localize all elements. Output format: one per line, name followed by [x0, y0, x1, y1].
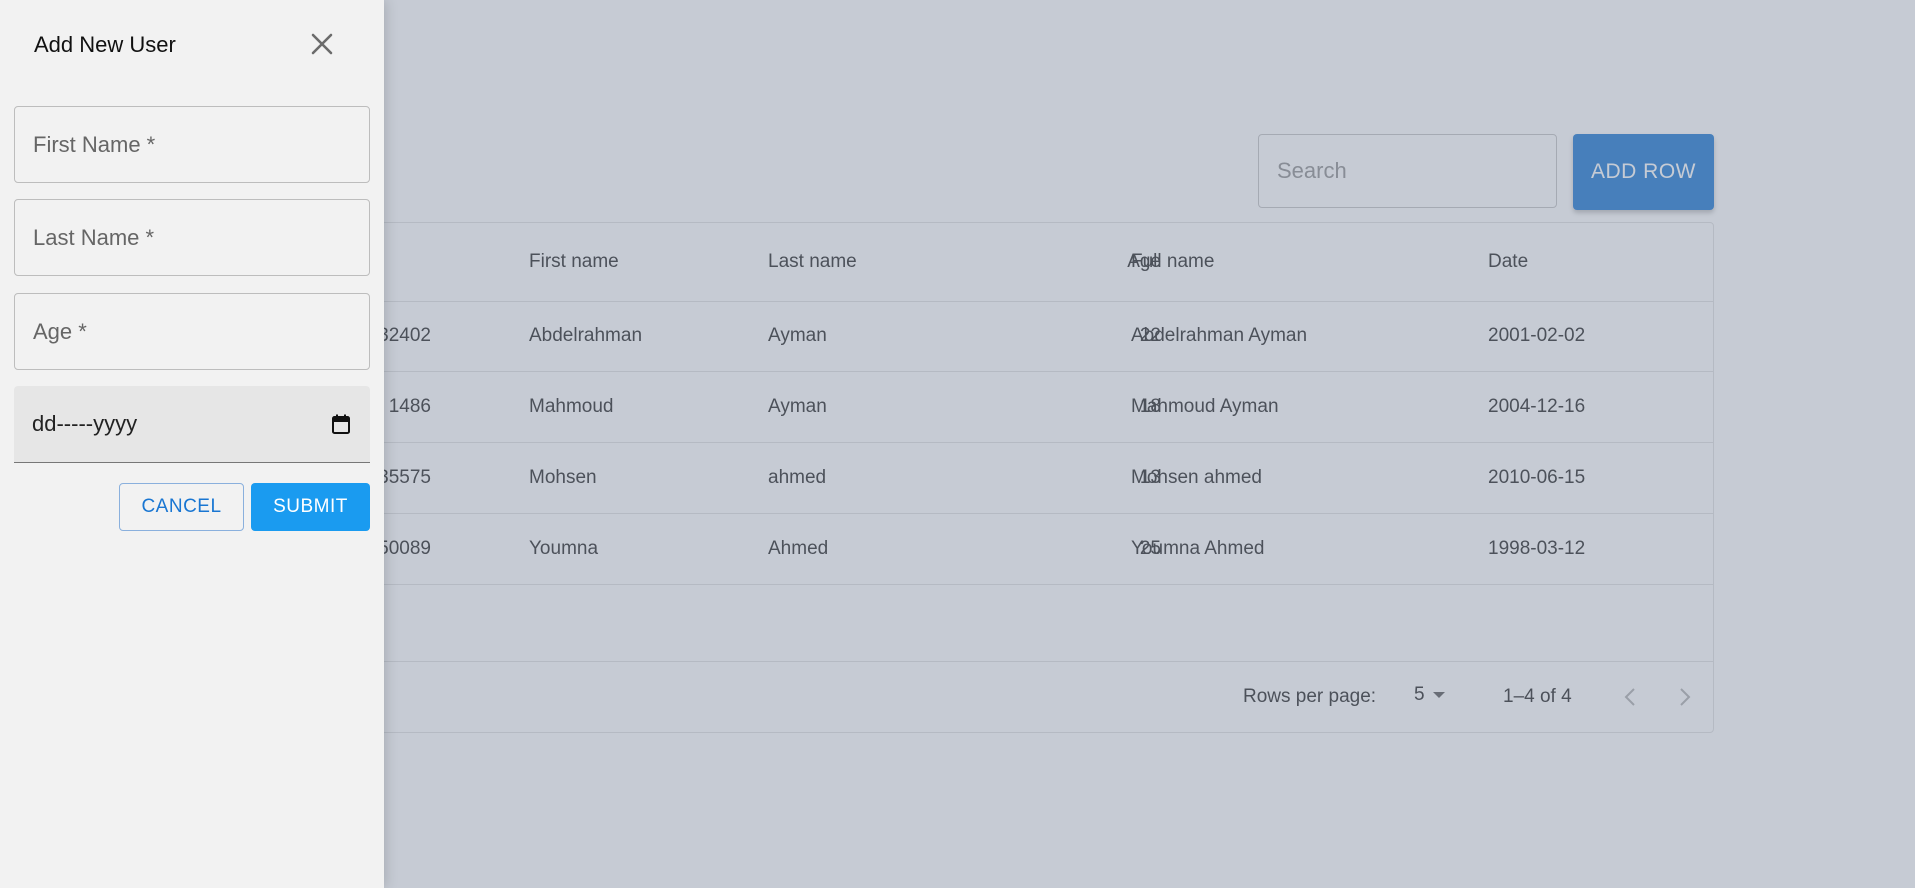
add-user-drawer: Add New User First Name * Last Name * Ag…: [0, 0, 384, 888]
calendar-icon[interactable]: [332, 414, 350, 434]
date-value: dd-----yyyy: [32, 411, 138, 436]
close-icon[interactable]: [306, 28, 338, 60]
age-label: Age *: [33, 318, 87, 344]
first-name-field[interactable]: First Name *: [14, 106, 370, 183]
last-name-field[interactable]: Last Name *: [14, 199, 370, 276]
first-name-label: First Name *: [33, 131, 156, 157]
submit-button[interactable]: SUBMIT: [251, 483, 370, 531]
age-field[interactable]: Age *: [14, 293, 370, 370]
drawer-title: Add New User: [34, 32, 176, 57]
date-field[interactable]: dd-----yyyy: [14, 386, 370, 463]
cancel-button[interactable]: CANCEL: [119, 483, 244, 531]
last-name-label: Last Name *: [33, 224, 155, 250]
